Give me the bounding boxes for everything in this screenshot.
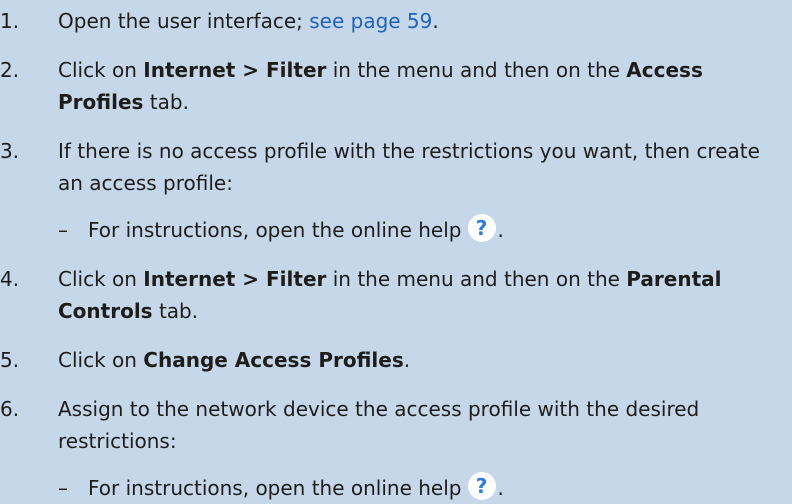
step-text-part: Click on — [58, 348, 144, 372]
question-mark-help-icon[interactable]: ? — [467, 472, 496, 500]
menu-path: Internet > Filter — [143, 267, 327, 291]
step-number: 2. — [0, 58, 20, 82]
step-text: Click on Change Access Profiles. — [58, 344, 772, 376]
step-number: 6. — [0, 397, 20, 421]
sub-step-text-end: . — [497, 476, 504, 500]
step-text-part: tab. — [152, 299, 199, 323]
step-text-part: . — [432, 9, 439, 33]
step-text-part: tab. — [143, 90, 189, 114]
sub-step-6: – For instructions, open the online help… — [0, 472, 772, 504]
button-name: Change Access Profiles — [143, 348, 404, 372]
step-text-part: Click on — [58, 267, 144, 291]
menu-path: Internet > Filter — [143, 58, 327, 82]
dash-bullet: – — [58, 218, 68, 242]
step-text: Click on Internet > Filter in the menu a… — [58, 263, 772, 327]
step-3: 3. If there is no access profile with th… — [0, 135, 772, 199]
step-text: Open the user interface; see page 59. — [58, 5, 772, 37]
step-text: Click on Internet > Filter in the menu a… — [58, 54, 772, 118]
step-number: 5. — [0, 348, 20, 372]
question-mark-help-icon[interactable]: ? — [467, 214, 496, 242]
sub-step-text-end: . — [497, 218, 504, 242]
step-number: 3. — [0, 139, 20, 163]
step-text-part: Click on — [58, 58, 144, 82]
step-2: 2. Click on Internet > Filter in the men… — [0, 54, 772, 118]
step-1: 1. Open the user interface; see page 59. — [0, 5, 772, 37]
step-number: 1. — [0, 9, 20, 33]
step-text: If there is no access profile with the r… — [58, 139, 760, 195]
step-number: 4. — [0, 267, 20, 291]
step-text-part: in the menu and then on the — [326, 267, 627, 291]
step-text: Assign to the network device the access … — [58, 397, 700, 453]
see-page-link[interactable]: see page 59 — [309, 9, 432, 33]
step-text-part: Open the user interface; — [58, 9, 310, 33]
sub-step-3: – For instructions, open the online help… — [0, 214, 772, 246]
instructions-panel: 1. Open the user interface; see page 59.… — [0, 0, 792, 500]
sub-step-text: For instructions, open the online help — [88, 476, 462, 500]
step-4: 4. Click on Internet > Filter in the men… — [0, 263, 772, 327]
step-6: 6. Assign to the network device the acce… — [0, 393, 772, 457]
step-5: 5. Click on Change Access Profiles. — [0, 344, 772, 376]
step-text-part: in the menu and then on the — [326, 58, 627, 82]
sub-step-text: For instructions, open the online help — [88, 218, 462, 242]
step-text-part: . — [403, 348, 411, 372]
dash-bullet: – — [58, 476, 68, 500]
